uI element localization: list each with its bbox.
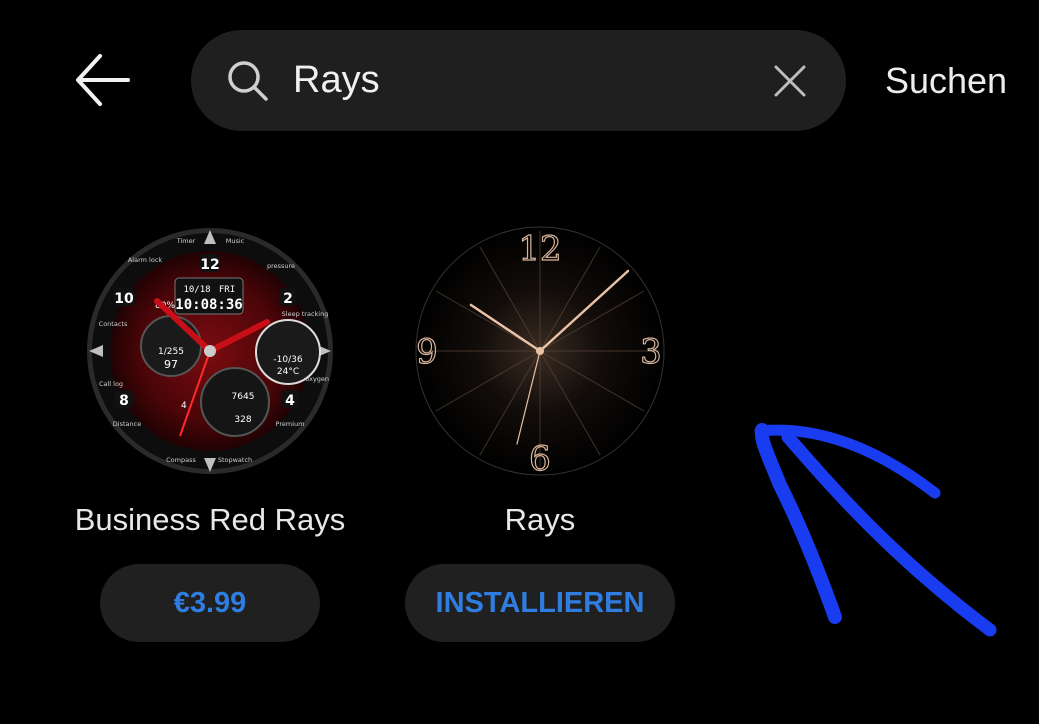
clear-search-button[interactable] bbox=[765, 56, 815, 106]
hour-numeral: 8 bbox=[119, 393, 129, 409]
ring-label: Contacts bbox=[99, 320, 128, 328]
calorie-count: 328 bbox=[234, 415, 251, 425]
heart-rate: 97 bbox=[164, 358, 178, 371]
watch-day: FRI bbox=[219, 285, 235, 295]
watch-time: 10:08:36 bbox=[175, 297, 242, 313]
hour-numeral: 6 bbox=[529, 439, 551, 476]
step-count: 7645 bbox=[232, 392, 255, 402]
ring-label: pressure bbox=[267, 262, 295, 270]
install-button[interactable]: INSTALLIEREN bbox=[405, 564, 675, 642]
watch-face-thumbnail[interactable]: Timer Music Alarm lock pressure Sleep tr… bbox=[85, 226, 335, 476]
hour-numeral: 12 bbox=[518, 229, 561, 269]
ring-label: Stopwatch bbox=[218, 456, 252, 464]
search-input[interactable] bbox=[293, 54, 733, 106]
hour-numeral: 12 bbox=[200, 257, 219, 273]
search-submit-button[interactable]: Suchen bbox=[866, 54, 1026, 108]
watch-face-thumbnail[interactable]: 12 3 6 9 bbox=[415, 226, 665, 476]
hour-numeral: 2 bbox=[283, 291, 293, 307]
ring-label: Sleep tracking bbox=[282, 310, 329, 318]
small-numeral: 4 bbox=[181, 401, 187, 411]
arrow-left-icon bbox=[76, 54, 130, 106]
result-title: Business Red Rays bbox=[74, 502, 346, 537]
heart-rate-range: 1/255 bbox=[158, 347, 184, 357]
temperature: 24°C bbox=[277, 367, 299, 377]
ring-label: Alarm lock bbox=[128, 256, 163, 264]
hour-numeral: 4 bbox=[285, 393, 295, 409]
ring-label: Distance bbox=[113, 420, 141, 428]
result-title: Rays bbox=[504, 502, 576, 537]
hour-numeral: 9 bbox=[416, 332, 438, 372]
ring-label: Timer bbox=[176, 237, 196, 245]
close-icon bbox=[774, 65, 806, 97]
weather-range: -10/36 bbox=[273, 355, 302, 365]
ring-label: Compass bbox=[166, 456, 196, 464]
ring-label: Music bbox=[226, 237, 245, 245]
hour-numeral: 3 bbox=[640, 332, 662, 372]
buy-button[interactable]: €3.99 bbox=[100, 564, 320, 642]
annotation-arrow bbox=[754, 423, 997, 637]
hour-numeral: 10 bbox=[114, 291, 134, 307]
ring-label: Call log bbox=[99, 380, 123, 388]
watch-date: 10/18 bbox=[183, 285, 210, 295]
search-results-screen: Suchen Timer Music Al bbox=[0, 0, 1039, 724]
back-button[interactable] bbox=[62, 44, 142, 116]
search-icon bbox=[228, 61, 268, 101]
ring-label: Premium bbox=[276, 420, 305, 428]
